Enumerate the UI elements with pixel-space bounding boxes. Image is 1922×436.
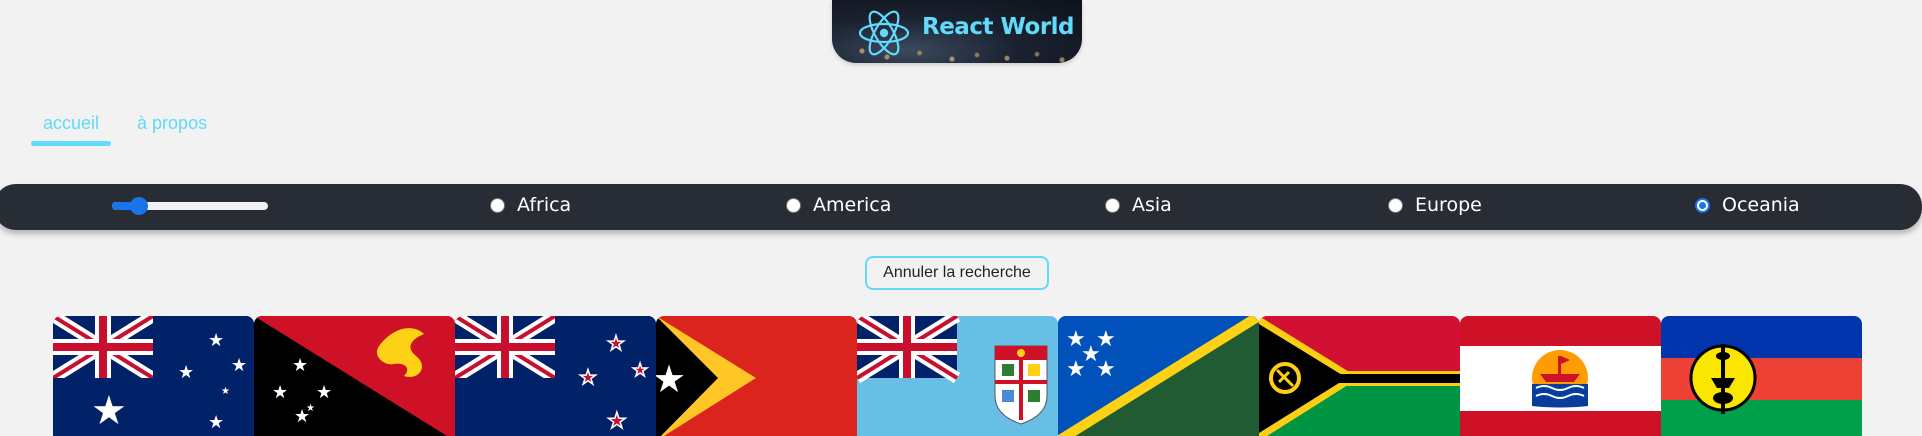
new-caledonia-flag-image bbox=[1661, 316, 1862, 436]
svg-text:★: ★ bbox=[1066, 357, 1086, 382]
react-world-logo[interactable]: React World bbox=[832, 0, 1082, 63]
radio-africa[interactable] bbox=[490, 197, 505, 213]
radio-asia[interactable] bbox=[1105, 197, 1120, 213]
radio-oceania[interactable] bbox=[1695, 197, 1710, 213]
region-option-america[interactable]: America bbox=[786, 194, 891, 216]
flag-list: ★ ★ ★ ★ ★ ★ ★ ★ ★ ★ ★ ★ ★ ★ ★ ★ ★ ★ ★ ★ … bbox=[53, 316, 1862, 436]
fiji-flag-image bbox=[857, 316, 1058, 436]
svg-text:★: ★ bbox=[208, 412, 224, 433]
svg-text:★: ★ bbox=[656, 357, 686, 401]
region-label-asia: Asia bbox=[1132, 194, 1172, 216]
radio-europe[interactable] bbox=[1388, 197, 1403, 213]
svg-text:★: ★ bbox=[221, 386, 230, 397]
region-label-america: America bbox=[813, 194, 892, 216]
react-atom-icon bbox=[858, 10, 910, 56]
svg-text:★: ★ bbox=[316, 382, 332, 403]
main-nav: accueil à propos bbox=[31, 110, 219, 146]
region-option-oceania[interactable]: Oceania bbox=[1695, 194, 1800, 216]
papua-new-guinea-flag[interactable]: ★ ★ ★ ★ ★ bbox=[254, 316, 455, 436]
svg-text:★: ★ bbox=[208, 330, 224, 351]
filter-bar: Africa America Asia Europe Oceania bbox=[0, 184, 1922, 230]
svg-text:★: ★ bbox=[178, 362, 194, 383]
svg-text:★: ★ bbox=[272, 382, 288, 403]
svg-text:★: ★ bbox=[231, 355, 247, 376]
slider-thumb[interactable] bbox=[130, 197, 148, 215]
nav-link-about[interactable]: à propos bbox=[125, 110, 219, 146]
fiji-flag[interactable] bbox=[857, 316, 1058, 436]
logo-text: React World bbox=[922, 14, 1075, 40]
country-count-slider[interactable] bbox=[112, 197, 268, 215]
region-option-asia[interactable]: Asia bbox=[1105, 194, 1172, 216]
region-label-europe: Europe bbox=[1415, 194, 1482, 216]
solomon-islands-flag-image: ★ ★ ★ ★ ★ bbox=[1058, 316, 1259, 436]
cancel-search-button[interactable]: Annuler la recherche bbox=[865, 256, 1049, 290]
french-polynesia-flag-image bbox=[1460, 316, 1661, 436]
svg-text:★: ★ bbox=[91, 388, 127, 434]
svg-text:★: ★ bbox=[292, 355, 308, 376]
region-label-oceania: Oceania bbox=[1722, 194, 1800, 216]
papua-new-guinea-flag-image: ★ ★ ★ ★ ★ bbox=[254, 316, 455, 436]
svg-text:★: ★ bbox=[607, 331, 625, 355]
vanuatu-flag[interactable] bbox=[1259, 316, 1460, 436]
svg-text:★: ★ bbox=[306, 403, 315, 414]
svg-text:★: ★ bbox=[579, 365, 597, 389]
australia-flag-image: ★ ★ ★ ★ ★ ★ bbox=[53, 316, 254, 436]
region-label-africa: Africa bbox=[517, 194, 572, 216]
svg-text:★: ★ bbox=[607, 409, 627, 434]
new-zealand-flag-image: ★ ★ ★ ★ bbox=[455, 316, 656, 436]
svg-text:★: ★ bbox=[632, 360, 648, 381]
nav-link-home[interactable]: accueil bbox=[31, 110, 112, 146]
new-zealand-flag[interactable]: ★ ★ ★ ★ bbox=[455, 316, 656, 436]
solomon-islands-flag[interactable]: ★ ★ ★ ★ ★ bbox=[1058, 316, 1259, 436]
australia-flag[interactable]: ★ ★ ★ ★ ★ ★ bbox=[53, 316, 254, 436]
timor-leste-flag-image: ★ bbox=[656, 316, 857, 436]
vanuatu-flag-image bbox=[1259, 316, 1460, 436]
radio-america[interactable] bbox=[786, 197, 801, 213]
region-option-europe[interactable]: Europe bbox=[1388, 194, 1482, 216]
french-polynesia-flag[interactable] bbox=[1460, 316, 1661, 436]
svg-text:★: ★ bbox=[1096, 357, 1116, 382]
timor-leste-flag[interactable]: ★ bbox=[656, 316, 857, 436]
new-caledonia-flag[interactable] bbox=[1661, 316, 1862, 436]
region-option-africa[interactable]: Africa bbox=[490, 194, 571, 216]
